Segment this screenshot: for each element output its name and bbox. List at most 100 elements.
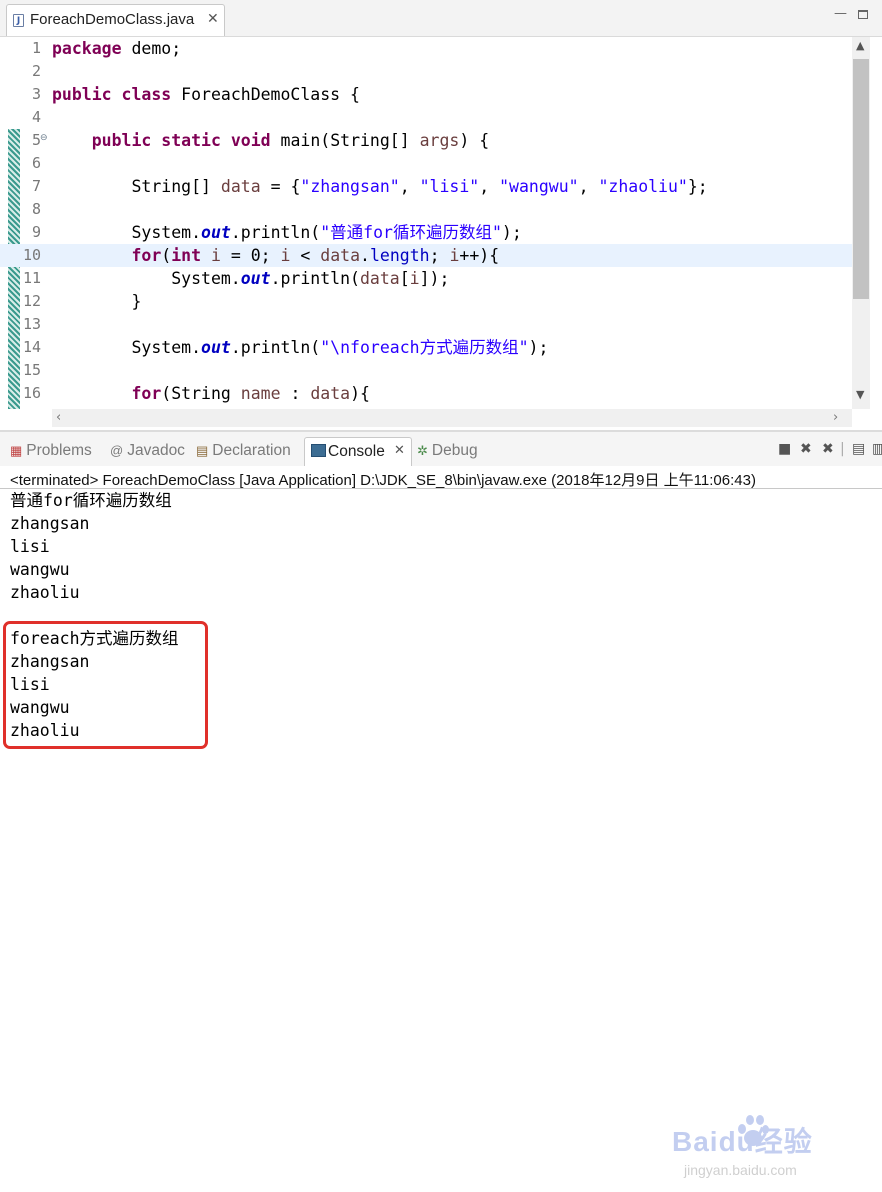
java-file-icon: J — [13, 14, 24, 27]
console-output-line: zhaoliu — [10, 583, 80, 602]
code-token: package — [52, 39, 122, 58]
line-number: 13 — [22, 315, 41, 333]
code-token: void — [230, 131, 271, 150]
line-number: 8 — [31, 200, 41, 218]
line-number: 9 — [31, 223, 41, 241]
line-number: 4 — [31, 108, 41, 126]
line-number: 16 — [22, 384, 41, 402]
fold-icon[interactable]: ⊖ — [40, 133, 48, 143]
code-token: data — [310, 384, 351, 403]
debug-icon: ✲ — [417, 443, 428, 458]
scroll-right-icon[interactable]: › — [833, 410, 838, 425]
clear-console-icon[interactable]: ▤ — [852, 441, 865, 457]
line-number: 2 — [31, 62, 41, 80]
tab-declaration[interactable]: ▤ Declaration — [196, 442, 291, 460]
code-line[interactable]: 4 — [0, 106, 852, 129]
scroll-down-icon[interactable]: ▼ — [856, 388, 864, 401]
stop-icon[interactable]: ■ — [778, 441, 791, 457]
separator-icon: | — [840, 441, 845, 457]
code-line[interactable]: 9 System.out.println("普通for循环遍历数组"); — [0, 221, 852, 244]
code-token: (String — [161, 384, 241, 403]
code-line[interactable]: 5 ⊖ public static void main(String[] args… — [0, 129, 852, 152]
line-number: 6 — [31, 154, 41, 172]
editor-tab-bar: J ForeachDemoClass.java ✕ — — [0, 0, 882, 37]
tab-javadoc[interactable]: @ Javadoc — [110, 442, 185, 460]
code-token: for — [131, 384, 162, 403]
code-text: for(String name : data){ — [52, 382, 369, 405]
tab-problems[interactable]: ▦ Problems — [10, 442, 92, 460]
code-text: package demo; — [52, 37, 181, 60]
console-output-line: zhangsan — [10, 514, 90, 533]
code-token: args — [419, 131, 460, 150]
code-line[interactable]: 2 — [0, 60, 852, 83]
problems-icon: ▦ — [10, 443, 23, 458]
declaration-icon: ▤ — [196, 443, 209, 458]
line-number: 3 — [31, 85, 41, 103]
close-icon[interactable]: ✕ — [394, 443, 405, 458]
code-line[interactable]: 3 public class ForeachDemoClass { — [0, 83, 852, 106]
scroll-lock-icon[interactable]: ▥ — [872, 441, 882, 457]
console-process-label: <terminated> ForeachDemoClass [Java Appl… — [10, 472, 756, 489]
horizontal-scrollbar[interactable]: ‹ › — [52, 409, 852, 427]
code-editor[interactable]: J ForeachDemoClass.java ✕ — 1 package dem… — [0, 0, 882, 432]
line-number: 5 — [31, 131, 41, 149]
code-token: ; — [429, 246, 450, 265]
code-line[interactable]: 15 — [0, 359, 852, 382]
code-token: ]); — [419, 269, 450, 288]
minimize-icon[interactable]: — — [834, 6, 847, 21]
line-number: 12 — [22, 292, 41, 310]
maximize-icon[interactable] — [858, 10, 868, 19]
code-text: } — [52, 290, 141, 313]
code-token: data — [320, 246, 361, 265]
editor-tab-foreachdemoclass[interactable]: J ForeachDemoClass.java ✕ — [6, 4, 225, 36]
code-line[interactable]: 10 for(int i = 0; i < data.length; i++){ — [0, 244, 852, 267]
line-number: 10 — [22, 246, 41, 264]
scroll-left-icon[interactable]: ‹ — [56, 410, 61, 425]
code-token: name — [240, 384, 281, 403]
code-token: ) { — [459, 131, 490, 150]
code-line[interactable]: 12 } — [0, 290, 852, 313]
code-line[interactable]: 14 System.out.println("\nforeach方式遍历数组")… — [0, 336, 852, 359]
remove-all-terminated-icon[interactable]: ✖ — [822, 441, 834, 457]
code-token: i — [409, 269, 420, 288]
code-token: "普通for循环遍历数组" — [320, 223, 502, 242]
code-token: static — [161, 131, 221, 150]
code-line[interactable]: 1 package demo; — [0, 37, 852, 60]
code-line[interactable]: 7 String[] data = {"zhangsan", "lisi", "… — [0, 175, 852, 198]
tab-debug[interactable]: ✲ Debug — [417, 442, 478, 460]
baidu-watermark: Baidu经验 jingyan.baidu.com — [672, 1112, 872, 1192]
remove-launch-icon[interactable]: ✖ — [800, 441, 812, 457]
code-token: out — [201, 338, 231, 357]
tab-console[interactable]: Console ✕ — [304, 437, 412, 466]
code-token: out — [240, 269, 271, 288]
code-token: out — [201, 223, 231, 242]
code-text: String[] data = {"zhangsan", "lisi", "wa… — [52, 175, 708, 198]
code-area[interactable]: 1 package demo; 2 3 public class ForeachDemo… — [0, 37, 852, 409]
code-line[interactable]: 8 — [0, 198, 852, 221]
line-number: 1 — [31, 39, 41, 57]
code-token: data — [359, 269, 400, 288]
close-icon[interactable]: ✕ — [207, 11, 219, 27]
code-token: length — [369, 246, 430, 265]
vertical-scrollbar[interactable]: ▲ ▼ — [852, 37, 870, 409]
scroll-up-icon[interactable]: ▲ — [856, 39, 864, 52]
code-token: String[] — [52, 177, 221, 196]
scrollbar-thumb[interactable] — [853, 59, 869, 299]
code-line[interactable]: 11 System.out.println(data[i]); — [0, 267, 852, 290]
code-token: i — [210, 246, 221, 265]
code-token: . — [360, 246, 370, 265]
code-line[interactable]: 6 — [0, 152, 852, 175]
code-token: , — [578, 177, 599, 196]
code-line[interactable]: 13 — [0, 313, 852, 336]
code-token: public — [52, 85, 112, 104]
watermark-url: jingyan.baidu.com — [684, 1162, 797, 1178]
code-line[interactable]: 16 for(String name : data){ — [0, 382, 852, 405]
code-token: : — [280, 384, 311, 403]
code-token: demo; — [121, 39, 182, 58]
code-token: data — [220, 177, 261, 196]
code-token: }; — [687, 177, 708, 196]
